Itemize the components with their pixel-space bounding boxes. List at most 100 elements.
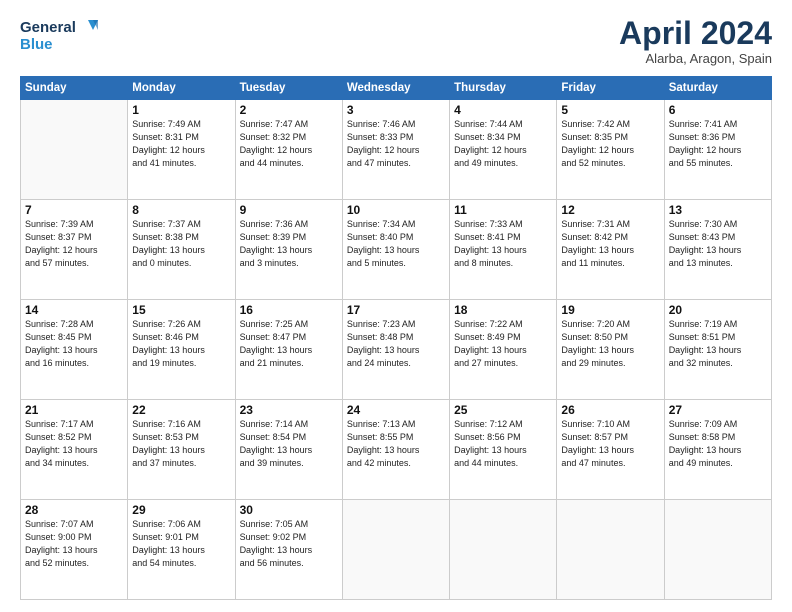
day-number: 19 <box>561 303 659 317</box>
calendar-table: SundayMondayTuesdayWednesdayThursdayFrid… <box>20 76 772 600</box>
day-info: Sunrise: 7:06 AM Sunset: 9:01 PM Dayligh… <box>132 518 230 570</box>
day-info: Sunrise: 7:37 AM Sunset: 8:38 PM Dayligh… <box>132 218 230 270</box>
day-number: 22 <box>132 403 230 417</box>
logo-svg: General Blue <box>20 16 100 58</box>
day-number: 23 <box>240 403 338 417</box>
calendar-cell: 27Sunrise: 7:09 AM Sunset: 8:58 PM Dayli… <box>664 400 771 500</box>
calendar-cell: 4Sunrise: 7:44 AM Sunset: 8:34 PM Daylig… <box>450 100 557 200</box>
day-number: 2 <box>240 103 338 117</box>
day-number: 13 <box>669 203 767 217</box>
calendar-cell: 22Sunrise: 7:16 AM Sunset: 8:53 PM Dayli… <box>128 400 235 500</box>
day-number: 3 <box>347 103 445 117</box>
day-number: 27 <box>669 403 767 417</box>
day-info: Sunrise: 7:47 AM Sunset: 8:32 PM Dayligh… <box>240 118 338 170</box>
calendar-cell: 1Sunrise: 7:49 AM Sunset: 8:31 PM Daylig… <box>128 100 235 200</box>
calendar-cell <box>450 500 557 600</box>
day-number: 10 <box>347 203 445 217</box>
calendar-week-2: 7Sunrise: 7:39 AM Sunset: 8:37 PM Daylig… <box>21 200 772 300</box>
weekday-header-monday: Monday <box>128 77 235 100</box>
calendar-cell: 7Sunrise: 7:39 AM Sunset: 8:37 PM Daylig… <box>21 200 128 300</box>
day-info: Sunrise: 7:10 AM Sunset: 8:57 PM Dayligh… <box>561 418 659 470</box>
calendar-cell <box>557 500 664 600</box>
calendar-cell: 16Sunrise: 7:25 AM Sunset: 8:47 PM Dayli… <box>235 300 342 400</box>
day-info: Sunrise: 7:26 AM Sunset: 8:46 PM Dayligh… <box>132 318 230 370</box>
calendar-cell: 8Sunrise: 7:37 AM Sunset: 8:38 PM Daylig… <box>128 200 235 300</box>
calendar-cell: 13Sunrise: 7:30 AM Sunset: 8:43 PM Dayli… <box>664 200 771 300</box>
calendar-week-3: 14Sunrise: 7:28 AM Sunset: 8:45 PM Dayli… <box>21 300 772 400</box>
day-number: 29 <box>132 503 230 517</box>
calendar-cell: 6Sunrise: 7:41 AM Sunset: 8:36 PM Daylig… <box>664 100 771 200</box>
calendar-cell <box>342 500 449 600</box>
weekday-header-saturday: Saturday <box>664 77 771 100</box>
calendar-cell: 25Sunrise: 7:12 AM Sunset: 8:56 PM Dayli… <box>450 400 557 500</box>
day-number: 8 <box>132 203 230 217</box>
calendar-week-4: 21Sunrise: 7:17 AM Sunset: 8:52 PM Dayli… <box>21 400 772 500</box>
month-title: April 2024 <box>619 16 772 51</box>
day-info: Sunrise: 7:07 AM Sunset: 9:00 PM Dayligh… <box>25 518 123 570</box>
day-number: 11 <box>454 203 552 217</box>
calendar-cell: 19Sunrise: 7:20 AM Sunset: 8:50 PM Dayli… <box>557 300 664 400</box>
calendar-cell <box>664 500 771 600</box>
calendar-cell: 10Sunrise: 7:34 AM Sunset: 8:40 PM Dayli… <box>342 200 449 300</box>
day-info: Sunrise: 7:14 AM Sunset: 8:54 PM Dayligh… <box>240 418 338 470</box>
day-info: Sunrise: 7:09 AM Sunset: 8:58 PM Dayligh… <box>669 418 767 470</box>
day-number: 20 <box>669 303 767 317</box>
calendar-cell: 30Sunrise: 7:05 AM Sunset: 9:02 PM Dayli… <box>235 500 342 600</box>
calendar-cell: 12Sunrise: 7:31 AM Sunset: 8:42 PM Dayli… <box>557 200 664 300</box>
day-number: 16 <box>240 303 338 317</box>
location: Alarba, Aragon, Spain <box>619 51 772 66</box>
calendar-cell <box>21 100 128 200</box>
day-info: Sunrise: 7:17 AM Sunset: 8:52 PM Dayligh… <box>25 418 123 470</box>
day-info: Sunrise: 7:16 AM Sunset: 8:53 PM Dayligh… <box>132 418 230 470</box>
weekday-header-row: SundayMondayTuesdayWednesdayThursdayFrid… <box>21 77 772 100</box>
calendar-week-5: 28Sunrise: 7:07 AM Sunset: 9:00 PM Dayli… <box>21 500 772 600</box>
page-header: General Blue April 2024 Alarba, Aragon, … <box>20 16 772 66</box>
day-number: 12 <box>561 203 659 217</box>
day-number: 21 <box>25 403 123 417</box>
day-number: 6 <box>669 103 767 117</box>
day-info: Sunrise: 7:39 AM Sunset: 8:37 PM Dayligh… <box>25 218 123 270</box>
weekday-header-wednesday: Wednesday <box>342 77 449 100</box>
day-info: Sunrise: 7:36 AM Sunset: 8:39 PM Dayligh… <box>240 218 338 270</box>
day-info: Sunrise: 7:19 AM Sunset: 8:51 PM Dayligh… <box>669 318 767 370</box>
day-number: 15 <box>132 303 230 317</box>
day-number: 24 <box>347 403 445 417</box>
day-number: 4 <box>454 103 552 117</box>
day-number: 5 <box>561 103 659 117</box>
day-number: 9 <box>240 203 338 217</box>
calendar-cell: 29Sunrise: 7:06 AM Sunset: 9:01 PM Dayli… <box>128 500 235 600</box>
day-number: 1 <box>132 103 230 117</box>
day-info: Sunrise: 7:30 AM Sunset: 8:43 PM Dayligh… <box>669 218 767 270</box>
day-info: Sunrise: 7:13 AM Sunset: 8:55 PM Dayligh… <box>347 418 445 470</box>
day-number: 7 <box>25 203 123 217</box>
logo: General Blue <box>20 16 100 58</box>
calendar-cell: 21Sunrise: 7:17 AM Sunset: 8:52 PM Dayli… <box>21 400 128 500</box>
weekday-header-tuesday: Tuesday <box>235 77 342 100</box>
day-info: Sunrise: 7:46 AM Sunset: 8:33 PM Dayligh… <box>347 118 445 170</box>
day-info: Sunrise: 7:31 AM Sunset: 8:42 PM Dayligh… <box>561 218 659 270</box>
day-info: Sunrise: 7:05 AM Sunset: 9:02 PM Dayligh… <box>240 518 338 570</box>
calendar-cell: 20Sunrise: 7:19 AM Sunset: 8:51 PM Dayli… <box>664 300 771 400</box>
day-info: Sunrise: 7:25 AM Sunset: 8:47 PM Dayligh… <box>240 318 338 370</box>
title-block: April 2024 Alarba, Aragon, Spain <box>619 16 772 66</box>
day-info: Sunrise: 7:34 AM Sunset: 8:40 PM Dayligh… <box>347 218 445 270</box>
day-number: 30 <box>240 503 338 517</box>
calendar-cell: 24Sunrise: 7:13 AM Sunset: 8:55 PM Dayli… <box>342 400 449 500</box>
day-info: Sunrise: 7:33 AM Sunset: 8:41 PM Dayligh… <box>454 218 552 270</box>
svg-text:General: General <box>20 19 76 36</box>
day-number: 25 <box>454 403 552 417</box>
day-info: Sunrise: 7:49 AM Sunset: 8:31 PM Dayligh… <box>132 118 230 170</box>
calendar-cell: 17Sunrise: 7:23 AM Sunset: 8:48 PM Dayli… <box>342 300 449 400</box>
day-info: Sunrise: 7:44 AM Sunset: 8:34 PM Dayligh… <box>454 118 552 170</box>
calendar-cell: 18Sunrise: 7:22 AM Sunset: 8:49 PM Dayli… <box>450 300 557 400</box>
weekday-header-thursday: Thursday <box>450 77 557 100</box>
calendar-cell: 23Sunrise: 7:14 AM Sunset: 8:54 PM Dayli… <box>235 400 342 500</box>
calendar-cell: 9Sunrise: 7:36 AM Sunset: 8:39 PM Daylig… <box>235 200 342 300</box>
day-number: 28 <box>25 503 123 517</box>
calendar-week-1: 1Sunrise: 7:49 AM Sunset: 8:31 PM Daylig… <box>21 100 772 200</box>
day-number: 17 <box>347 303 445 317</box>
calendar-cell: 3Sunrise: 7:46 AM Sunset: 8:33 PM Daylig… <box>342 100 449 200</box>
weekday-header-sunday: Sunday <box>21 77 128 100</box>
calendar-cell: 26Sunrise: 7:10 AM Sunset: 8:57 PM Dayli… <box>557 400 664 500</box>
svg-text:Blue: Blue <box>20 36 53 53</box>
